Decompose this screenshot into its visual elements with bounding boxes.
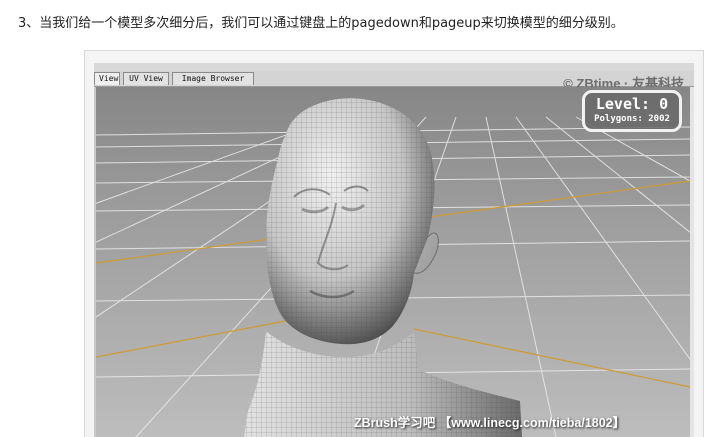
- title-strip: [94, 63, 694, 71]
- view-tab-bar: View UV View Image Browser © ZBtime · 友基…: [94, 71, 694, 91]
- 3d-viewport[interactable]: Level: 0 Polygons: 2002 ZBrush学习吧 【www.l…: [96, 87, 690, 437]
- level-readout: Level: 0: [595, 95, 669, 113]
- viewport-canvas[interactable]: [96, 87, 690, 437]
- linecg-watermark: ZBrush学习吧 【www.linecg.com/tieba/1802】: [354, 416, 626, 430]
- zbrush-window: View UV View Image Browser © ZBtime · 友基…: [94, 63, 694, 437]
- tutorial-caption: 3、当我们给一个模型多次细分后，我们可以通过键盘上的pagedown和pageu…: [18, 16, 624, 31]
- viewport-scrollbar[interactable]: [690, 87, 694, 437]
- polygon-count: Polygons: 2002: [594, 114, 670, 124]
- subdivision-level-indicator: Level: 0 Polygons: 2002: [582, 90, 682, 132]
- tab-view[interactable]: View: [94, 72, 120, 85]
- tab-image-browser[interactable]: Image Browser: [172, 72, 254, 85]
- tab-uv-view[interactable]: UV View: [123, 72, 169, 85]
